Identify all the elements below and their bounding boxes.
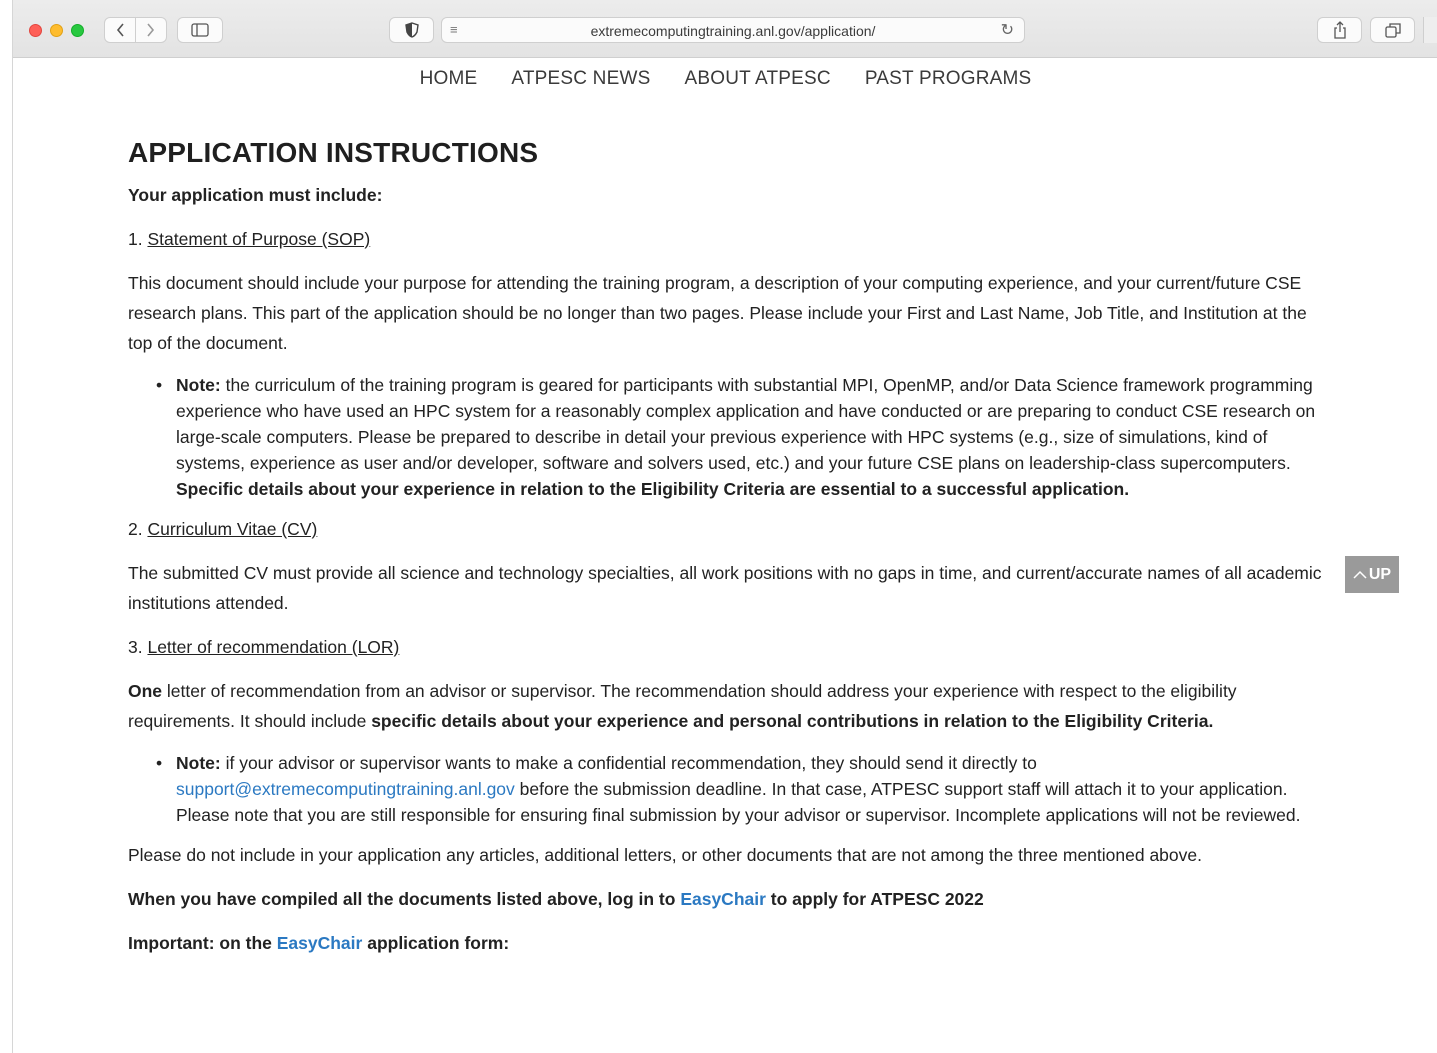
sop-label: Statement of Purpose (SOP) [147, 229, 371, 249]
share-icon [1333, 21, 1346, 39]
important-note: Important: on the EasyChair application … [128, 933, 510, 953]
easychair-link[interactable]: EasyChair [680, 889, 766, 909]
privacy-report-button[interactable] [389, 17, 434, 43]
address-bar[interactable]: ≡ extremecomputingtraining.anl.gov/appli… [441, 17, 1025, 43]
url-text: extremecomputingtraining.anl.gov/applica… [590, 23, 876, 39]
cv-label: Curriculum Vitae (CV) [147, 519, 318, 539]
sop-text: This document should include your purpos… [128, 273, 1307, 353]
sop-heading: 1. Statement of Purpose (SOP) [128, 229, 371, 249]
lor-text: One letter of recommendation from an adv… [128, 681, 1237, 731]
chevron-left-icon [116, 23, 124, 37]
sidebar-button[interactable] [177, 17, 223, 43]
article: APPLICATION INSTRUCTIONS Your applicatio… [128, 138, 1328, 972]
lor-label: Letter of recommendation (LOR) [147, 637, 400, 657]
lor-note-list: Note: if your advisor or supervisor want… [128, 750, 1328, 828]
back-button[interactable] [105, 18, 135, 42]
chevron-up-icon [1353, 570, 1367, 579]
lor-heading: 3. Letter of recommendation (LOR) [128, 637, 400, 657]
reload-icon[interactable]: ↻ [1001, 20, 1014, 40]
support-email-link[interactable]: support@extremecomputingtraining.anl.gov [176, 779, 515, 799]
page-content: HOME ATPESC NEWS ABOUT ATPESC PAST PROGR… [13, 58, 1437, 1053]
nav-atpesc-news[interactable]: ATPESC NEWS [511, 68, 650, 90]
new-tab-edge[interactable] [1423, 17, 1437, 43]
history-nav [104, 17, 167, 43]
browser-window: ≡ extremecomputingtraining.anl.gov/appli… [12, 0, 1437, 1053]
must-include-heading: Your application must include: [128, 185, 383, 205]
nav-home[interactable]: HOME [420, 68, 478, 90]
site-nav: HOME ATPESC NEWS ABOUT ATPESC PAST PROGR… [13, 68, 1437, 90]
page-title: APPLICATION INSTRUCTIONS [128, 137, 539, 168]
cv-heading: 2. Curriculum Vitae (CV) [128, 519, 318, 539]
cv-text: The submitted CV must provide all scienc… [128, 563, 1322, 613]
login-instruction: When you have compiled all the documents… [128, 889, 984, 909]
close-window-button[interactable] [29, 24, 42, 37]
share-button[interactable] [1317, 17, 1362, 43]
tab-overview-button[interactable] [1370, 17, 1415, 43]
minimize-window-button[interactable] [50, 24, 63, 37]
shield-icon [404, 22, 419, 38]
chevron-right-icon [147, 23, 155, 37]
easychair-link-2[interactable]: EasyChair [277, 933, 363, 953]
nav-past-programs[interactable]: PAST PROGRAMS [865, 68, 1032, 90]
lor-note: Note: if your advisor or supervisor want… [156, 750, 1328, 828]
scroll-up-button[interactable]: UP [1345, 556, 1399, 593]
nav-about-atpesc[interactable]: ABOUT ATPESC [684, 68, 830, 90]
zoom-window-button[interactable] [71, 24, 84, 37]
sop-note: Note: the curriculum of the training pro… [156, 372, 1328, 502]
sop-note-list: Note: the curriculum of the training pro… [128, 372, 1328, 502]
exclude-text: Please do not include in your applicatio… [128, 845, 1202, 865]
window-controls [29, 24, 84, 37]
forward-button[interactable] [136, 18, 166, 42]
sidebar-icon [191, 23, 209, 37]
browser-toolbar: ≡ extremecomputingtraining.anl.gov/appli… [13, 0, 1437, 58]
tabs-icon [1384, 23, 1401, 38]
